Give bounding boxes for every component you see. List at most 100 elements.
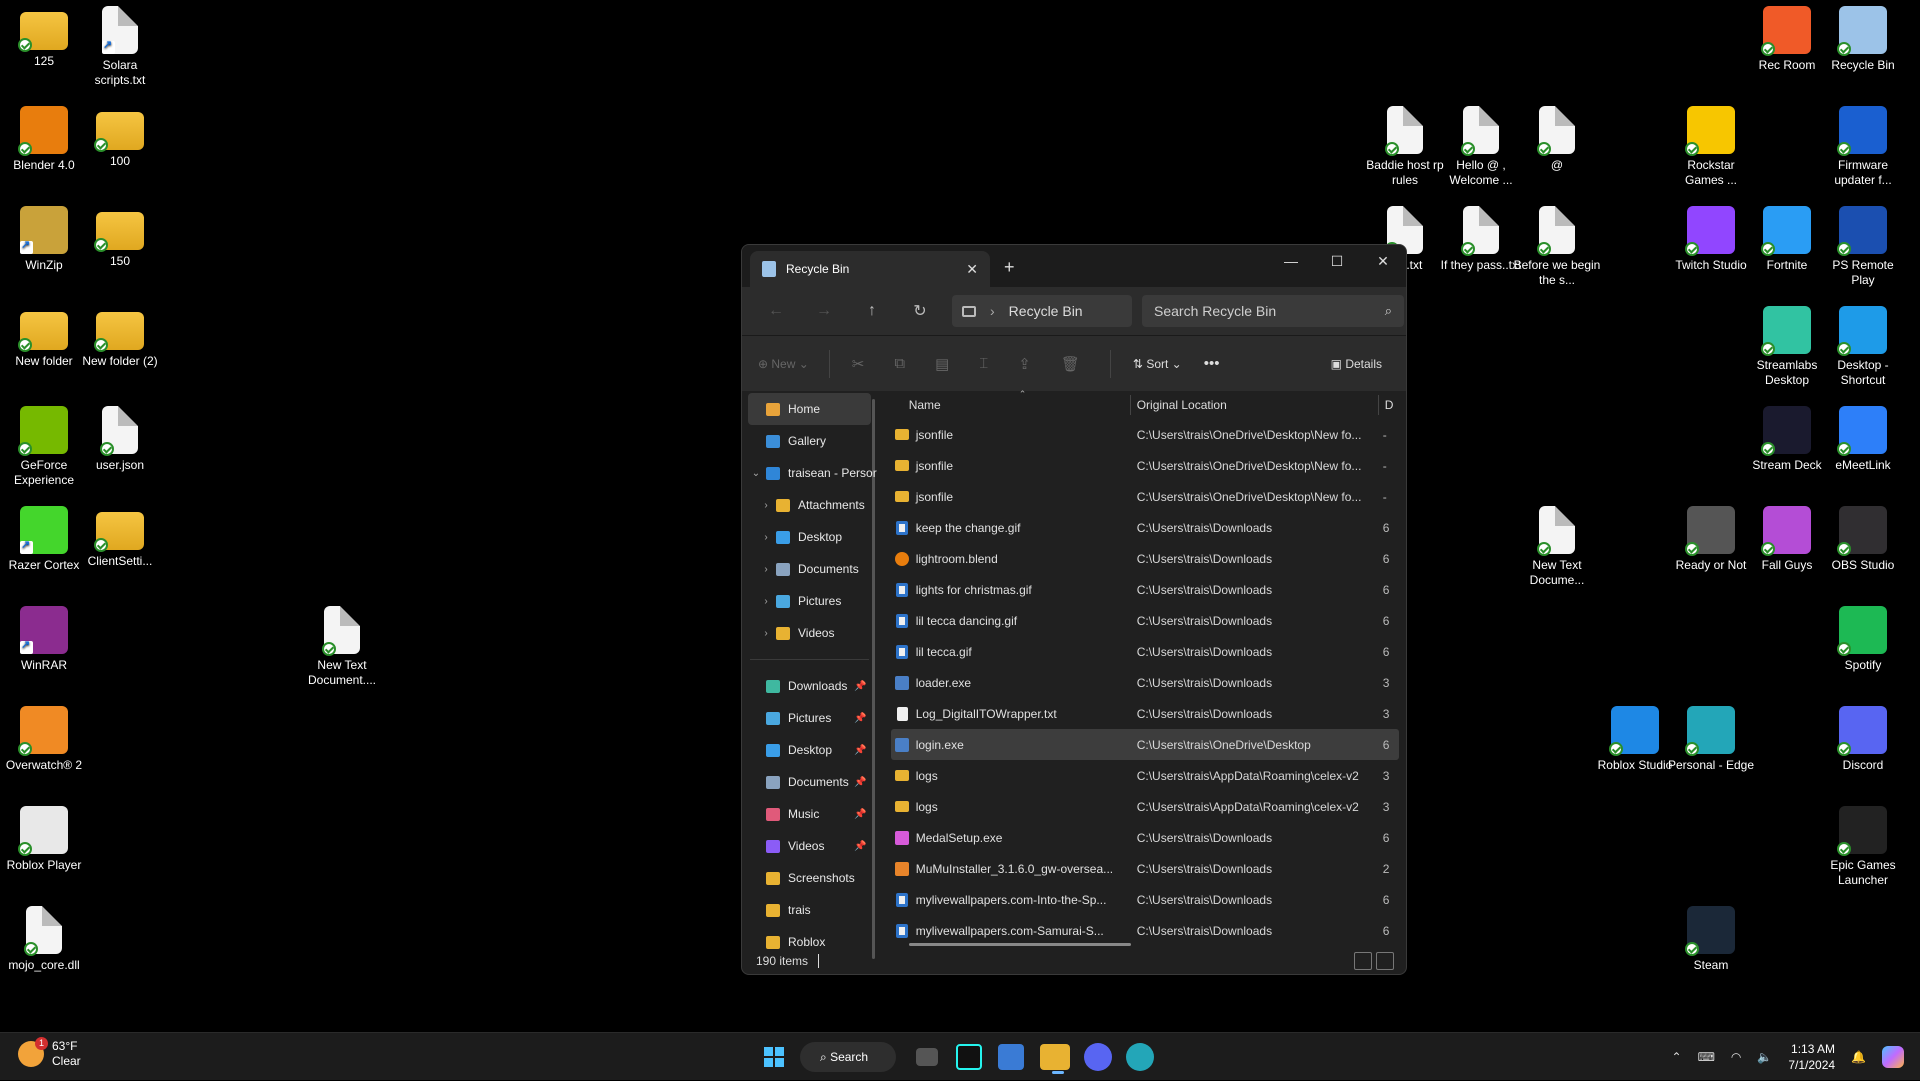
- new-button[interactable]: ⊕ New ⌄: [758, 357, 809, 371]
- nav-desktop[interactable]: ›Desktop: [742, 521, 877, 553]
- file-row[interactable]: lil tecca.gifC:\Users\trais\Downloads6: [891, 636, 1399, 667]
- file-row[interactable]: lil tecca dancing.gifC:\Users\trais\Down…: [891, 605, 1399, 636]
- nav-attachments[interactable]: ›Attachments: [742, 489, 877, 521]
- desktop-icon[interactable]: Fall Guys: [1743, 506, 1831, 573]
- edge-icon[interactable]: [1126, 1043, 1154, 1071]
- nav-onedrive[interactable]: ⌄traisean - Persor: [742, 457, 877, 489]
- desktop-icon[interactable]: New folder (2): [76, 306, 164, 369]
- close-tab-icon[interactable]: ✕: [966, 261, 978, 278]
- desktop-icon[interactable]: Razer Cortex: [0, 506, 88, 573]
- minimize-button[interactable]: —: [1268, 253, 1314, 269]
- file-row[interactable]: lights for christmas.gifC:\Users\trais\D…: [891, 574, 1399, 605]
- task-view-icon[interactable]: [916, 1048, 938, 1066]
- file-row[interactable]: logsC:\Users\trais\AppData\Roaming\celex…: [891, 760, 1399, 791]
- paste-icon[interactable]: ▤: [935, 355, 949, 373]
- desktop-icon[interactable]: 100: [76, 106, 164, 169]
- desktop-icon[interactable]: Personal - Edge: [1667, 706, 1755, 773]
- chevron-right-icon[interactable]: ›: [756, 532, 776, 543]
- nav-quick-videos[interactable]: Videos📌: [742, 830, 877, 862]
- close-window-button[interactable]: ✕: [1360, 253, 1406, 270]
- nav-videos[interactable]: ›Videos: [742, 617, 877, 649]
- desktop-icon[interactable]: New Text Document....: [298, 606, 386, 688]
- desktop-icon[interactable]: Twitch Studio: [1667, 206, 1755, 273]
- desktop-icon[interactable]: WinRAR: [0, 606, 88, 673]
- nav-quick-trais[interactable]: trais: [742, 894, 877, 926]
- desktop-icon[interactable]: eMeetLink: [1819, 406, 1907, 473]
- show-hidden-icons-chevron-icon[interactable]: ⌃: [1672, 1050, 1682, 1064]
- copy-icon[interactable]: ⧉: [894, 355, 905, 372]
- chevron-down-icon[interactable]: ⌄: [746, 468, 766, 479]
- desktop-icon[interactable]: Rec Room: [1743, 6, 1831, 73]
- file-row[interactable]: keep the change.gifC:\Users\trais\Downlo…: [891, 512, 1399, 543]
- desktop-icon[interactable]: Solara scripts.txt: [76, 6, 164, 88]
- nav-quick-documents[interactable]: Documents📌: [742, 766, 877, 798]
- desktop-icon[interactable]: @: [1513, 106, 1601, 173]
- details-pane-button[interactable]: ▣ Details: [1331, 357, 1382, 371]
- file-row[interactable]: logsC:\Users\trais\AppData\Roaming\celex…: [891, 791, 1399, 822]
- column-date-deleted[interactable]: D: [1379, 398, 1394, 412]
- tab-recycle-bin[interactable]: Recycle Bin ✕: [750, 251, 990, 287]
- desktop-icon[interactable]: New folder: [0, 306, 88, 369]
- nav-quick-screenshots[interactable]: Screenshots: [742, 862, 877, 894]
- horizontal-scrollbar[interactable]: [909, 943, 1131, 946]
- file-row[interactable]: mylivewallpapers.com-Samurai-S...C:\User…: [891, 915, 1399, 946]
- file-row[interactable]: Log_DigitalITOWrapper.txtC:\Users\trais\…: [891, 698, 1399, 729]
- desktop-icon[interactable]: Streamlabs Desktop: [1743, 306, 1831, 388]
- column-name[interactable]: Name: [891, 395, 1131, 415]
- file-row[interactable]: jsonfileC:\Users\trais\OneDrive\Desktop\…: [891, 450, 1399, 481]
- file-explorer-icon[interactable]: [1040, 1044, 1070, 1070]
- desktop-icon[interactable]: ClientSetti...: [76, 506, 164, 569]
- desktop-icon[interactable]: Stream Deck: [1743, 406, 1831, 473]
- volume-icon[interactable]: 🔈: [1757, 1050, 1772, 1064]
- desktop-icon[interactable]: Firmware updater f...: [1819, 106, 1907, 188]
- desktop-icon[interactable]: Blender 4.0: [0, 106, 88, 173]
- file-row[interactable]: loader.exeC:\Users\trais\Downloads3: [891, 667, 1399, 698]
- refresh-button[interactable]: ↻: [896, 301, 944, 321]
- desktop-icon[interactable]: PS Remote Play: [1819, 206, 1907, 288]
- desktop-icon[interactable]: Discord: [1819, 706, 1907, 773]
- desktop-icon[interactable]: Steam: [1667, 906, 1755, 973]
- clock[interactable]: 1:13 AM 7/1/2024: [1788, 1041, 1835, 1073]
- desktop-icon[interactable]: mojo_core.dll: [0, 906, 88, 973]
- file-row[interactable]: MedalSetup.exeC:\Users\trais\Downloads6: [891, 822, 1399, 853]
- desktop-icon[interactable]: user.json: [76, 406, 164, 473]
- file-row[interactable]: MuMuInstaller_3.1.6.0_gw-oversea...C:\Us…: [891, 853, 1399, 884]
- nav-quick-downloads[interactable]: Downloads📌: [742, 670, 877, 702]
- nav-documents[interactable]: ›Documents: [742, 553, 877, 585]
- copilot-icon[interactable]: [1882, 1046, 1904, 1068]
- file-row[interactable]: login.exeC:\Users\trais\OneDrive\Desktop…: [891, 729, 1399, 760]
- desktop-icon[interactable]: Epic Games Launcher: [1819, 806, 1907, 888]
- desktop-icon[interactable]: Desktop - Shortcut: [1819, 306, 1907, 388]
- start-button[interactable]: [756, 1039, 792, 1075]
- rename-icon[interactable]: ⌶: [979, 355, 988, 372]
- desktop-icon[interactable]: Ready or Not: [1667, 506, 1755, 573]
- desktop-icon[interactable]: Rockstar Games ...: [1667, 106, 1755, 188]
- share-icon[interactable]: ⇪: [1018, 355, 1031, 373]
- chevron-right-icon[interactable]: ›: [756, 564, 776, 575]
- wifi-icon[interactable]: ◠: [1731, 1050, 1741, 1064]
- desktop-icon[interactable]: Overwatch® 2: [0, 706, 88, 773]
- address-bar[interactable]: › Recycle Bin: [952, 295, 1132, 327]
- keyboard-icon[interactable]: ⌨: [1698, 1050, 1715, 1064]
- file-row[interactable]: jsonfileC:\Users\trais\OneDrive\Desktop\…: [891, 481, 1399, 512]
- desktop-icon[interactable]: OBS Studio: [1819, 506, 1907, 573]
- desktop-icon[interactable]: Roblox Studio: [1591, 706, 1679, 773]
- nav-quick-music[interactable]: Music📌: [742, 798, 877, 830]
- desktop-icon[interactable]: If they pass..txt: [1437, 206, 1525, 273]
- chevron-right-icon[interactable]: ›: [756, 628, 776, 639]
- chevron-right-icon[interactable]: ›: [756, 500, 776, 511]
- cut-icon[interactable]: ✂: [852, 355, 865, 373]
- nav-home[interactable]: Home: [748, 393, 871, 425]
- more-options-icon[interactable]: •••: [1204, 355, 1220, 372]
- desktop-icon[interactable]: GeForce Experience: [0, 406, 88, 488]
- taskbar-search[interactable]: ⌕ Search: [800, 1042, 896, 1072]
- sort-button[interactable]: ⇅ Sort ⌄: [1133, 357, 1182, 371]
- file-row[interactable]: lightroom.blendC:\Users\trais\Downloads6: [891, 543, 1399, 574]
- desktop-icon[interactable]: WinZip: [0, 206, 88, 273]
- nav-quick-pictures[interactable]: Pictures📌: [742, 702, 877, 734]
- file-row[interactable]: jsonfileC:\Users\trais\OneDrive\Desktop\…: [891, 419, 1399, 450]
- up-button[interactable]: ↑: [848, 302, 896, 320]
- details-view-button[interactable]: [1354, 952, 1372, 970]
- desktop-icon[interactable]: 125: [0, 6, 88, 69]
- desktop-icon[interactable]: Spotify: [1819, 606, 1907, 673]
